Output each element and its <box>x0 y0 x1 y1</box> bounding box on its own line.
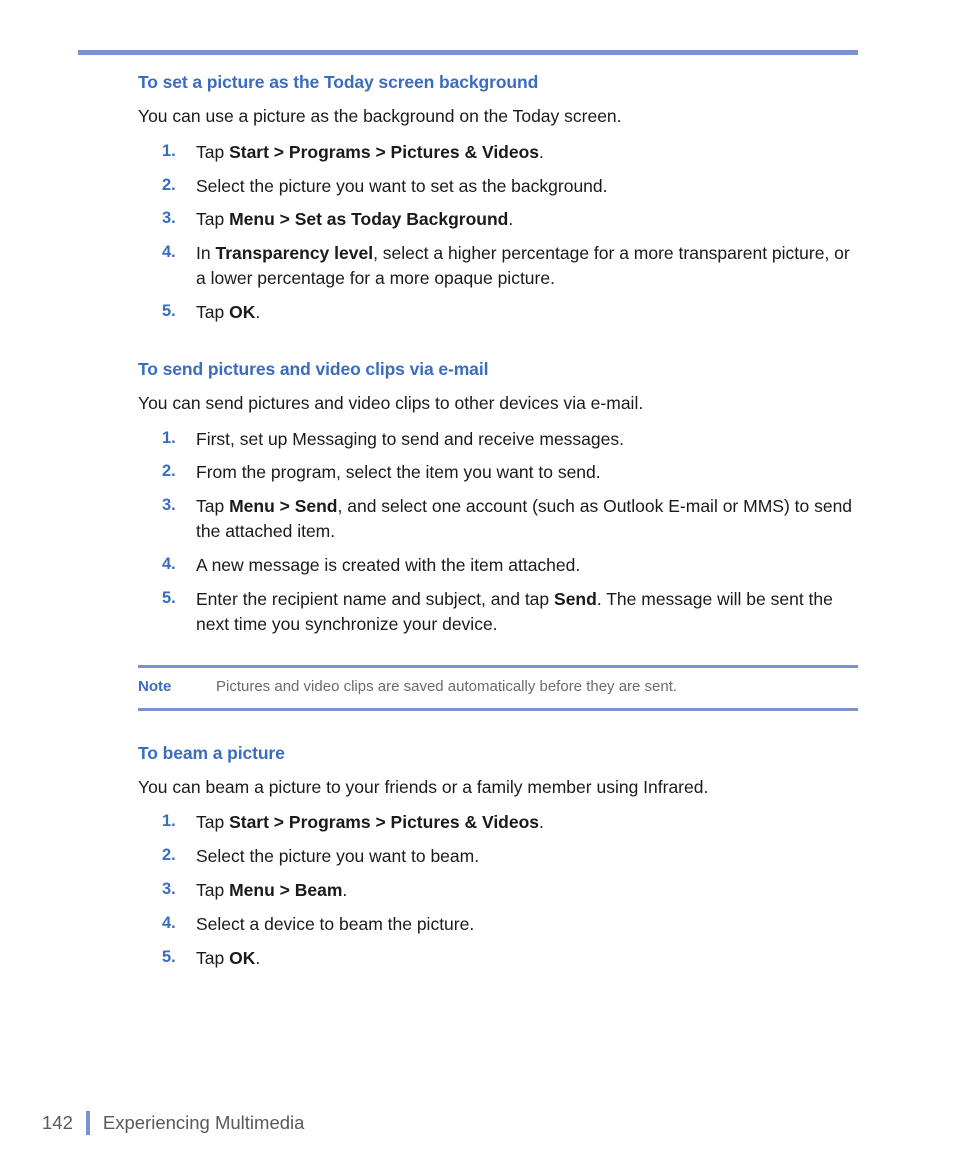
list-item-number: 2. <box>162 462 176 481</box>
plain-text: Tap <box>196 947 230 968</box>
plain-text: . <box>539 812 544 833</box>
page-top-rule <box>78 50 858 55</box>
list-item-number: 4. <box>162 554 176 573</box>
plain-text: Select a device to beam the picture. <box>196 913 475 934</box>
section-heading: To set a picture as the Today screen bac… <box>138 72 539 92</box>
emphasis-text: Menu > Send <box>229 496 338 517</box>
list-item-text: Tap Menu > Set as Today Background. <box>196 209 513 229</box>
list-item-number: 1. <box>162 141 176 160</box>
plain-text: Tap <box>196 209 230 230</box>
plain-text: In <box>196 243 216 264</box>
footer-chapter-title: Experiencing Multimedia <box>102 1112 305 1133</box>
list-item-number: 5. <box>162 301 176 320</box>
list-item: 1. Tap Start > Programs > Pictures & Vide… <box>138 810 858 835</box>
list-item-text: Tap OK. <box>196 302 260 322</box>
emphasis-text: OK <box>229 947 256 968</box>
plain-text: A new message is created with the item a… <box>196 554 581 575</box>
steps-list: 1. Tap Start > Programs > Pictures & Vide… <box>138 810 858 970</box>
list-item-number: 3. <box>162 496 176 515</box>
note-callout: Note Pictures and video clips are saved … <box>138 665 858 711</box>
plain-text: . <box>539 141 544 162</box>
section-heading: To beam a picture <box>138 742 285 763</box>
list-item: 2. From the program, select the item you … <box>138 460 858 485</box>
list-item-text: Tap Menu > Beam. <box>196 880 347 900</box>
list-item-number: 2. <box>162 846 176 865</box>
plain-text: . <box>508 209 514 230</box>
list-item: 2. Select the picture you want to beam. <box>138 844 858 869</box>
list-item-text: From the program, select the item you wa… <box>196 462 601 482</box>
page-footer: 142 Experiencing Multimedia <box>42 1108 304 1138</box>
plain-text: Enter the recipient name and subject, an… <box>196 588 555 609</box>
steps-list: 1. Tap Start > Programs > Pictures & Vide… <box>138 140 858 325</box>
list-item-text: Tap OK. <box>196 948 260 968</box>
list-item: 1. First, set up Messaging to send and re… <box>138 427 858 452</box>
steps-list: 1. First, set up Messaging to send and re… <box>138 427 858 637</box>
list-item-text: First, set up Messaging to send and rece… <box>196 429 624 449</box>
section-beam-picture: To beam a picture You can beam a picture… <box>138 743 858 971</box>
emphasis-text: OK <box>229 301 256 322</box>
list-item-text: Select the picture you want to set as th… <box>196 176 608 196</box>
list-item-number: 3. <box>162 209 176 228</box>
list-item-text: Select the picture you want to beam. <box>196 846 479 866</box>
list-item-number: 5. <box>162 947 176 966</box>
list-item-text: Enter the recipient name and subject, an… <box>196 589 833 634</box>
document-page: To set a picture as the Today screen bac… <box>0 0 954 1173</box>
list-item: 4. A new message is created with the item… <box>138 553 858 578</box>
plain-text: Select the picture you want to set as th… <box>196 175 608 196</box>
section-intro: You can send pictures and video clips to… <box>138 392 644 413</box>
note-text: Pictures and video clips are saved autom… <box>216 678 678 696</box>
note-row: Note Pictures and video clips are saved … <box>138 668 858 707</box>
list-item-number: 2. <box>162 175 176 194</box>
plain-text: . <box>255 947 261 968</box>
list-item: 4. Select a device to beam the picture. <box>138 912 858 937</box>
list-item: 3. Tap Menu > Beam. <box>138 878 858 903</box>
list-item-number: 1. <box>162 428 176 447</box>
list-item-text: Tap Start > Programs > Pictures & Videos… <box>196 812 544 832</box>
list-item-number: 1. <box>162 812 176 831</box>
page-content: To set a picture as the Today screen bac… <box>138 72 858 971</box>
plain-text: Tap <box>196 301 230 322</box>
list-item-text: Tap Start > Programs > Pictures & Videos… <box>196 142 544 162</box>
plain-text: Select the picture you want to beam. <box>196 846 480 867</box>
plain-text: From the program, select the item you wa… <box>196 462 601 483</box>
emphasis-text: Start > Programs > Pictures & Videos <box>229 812 540 833</box>
list-item-number: 4. <box>162 243 176 262</box>
plain-text: First, set up Messaging to send and rece… <box>196 428 624 449</box>
list-item: 1. Tap Start > Programs > Pictures & Vide… <box>138 140 858 165</box>
list-item: 5. Enter the recipient name and subject, … <box>138 587 858 637</box>
page-number: 142 <box>42 1112 73 1133</box>
list-item: 3. Tap Menu > Send, and select one accoun… <box>138 494 858 544</box>
list-item: 4. In Transparency level, select a higher… <box>138 241 858 291</box>
emphasis-text: Start > Programs > Pictures & Videos <box>229 141 540 162</box>
section-heading: To send pictures and video clips via e-m… <box>138 358 489 379</box>
plain-text: . <box>255 301 261 322</box>
list-item: 5. Tap OK. <box>138 946 858 971</box>
plain-text: Tap <box>196 812 230 833</box>
note-label: Note <box>138 678 172 696</box>
list-item-number: 3. <box>162 880 176 899</box>
list-item: 3. Tap Menu > Set as Today Background. <box>138 207 858 232</box>
list-item: 2. Select the picture you want to set as … <box>138 174 858 199</box>
list-item-text: A new message is created with the item a… <box>196 555 580 575</box>
plain-text: Tap <box>196 880 230 901</box>
plain-text: Tap <box>196 141 230 162</box>
emphasis-text: Menu > Beam <box>229 880 343 901</box>
section-intro: You can beam a picture to your friends o… <box>138 776 709 797</box>
section-send-via-email: To send pictures and video clips via e-m… <box>138 359 858 637</box>
list-item-text: Tap Menu > Send, and select one account … <box>196 496 852 541</box>
list-item-number: 4. <box>162 913 176 932</box>
list-item: 5. Tap OK. <box>138 300 858 325</box>
section-today-background: To set a picture as the Today screen bac… <box>138 72 858 325</box>
emphasis-text: Send <box>554 588 597 609</box>
list-item-text: In Transparency level, select a higher p… <box>196 243 850 288</box>
note-bottom-rule <box>138 707 858 711</box>
emphasis-text: Transparency level <box>215 243 374 264</box>
plain-text: Tap <box>196 496 230 517</box>
footer-divider-bar <box>85 1111 90 1135</box>
emphasis-text: Menu > Set as Today Background <box>229 209 509 230</box>
section-intro: You can use a picture as the background … <box>138 105 622 126</box>
list-item-text: Select a device to beam the picture. <box>196 914 474 934</box>
plain-text: . <box>342 880 348 901</box>
list-item-number: 5. <box>162 588 176 607</box>
